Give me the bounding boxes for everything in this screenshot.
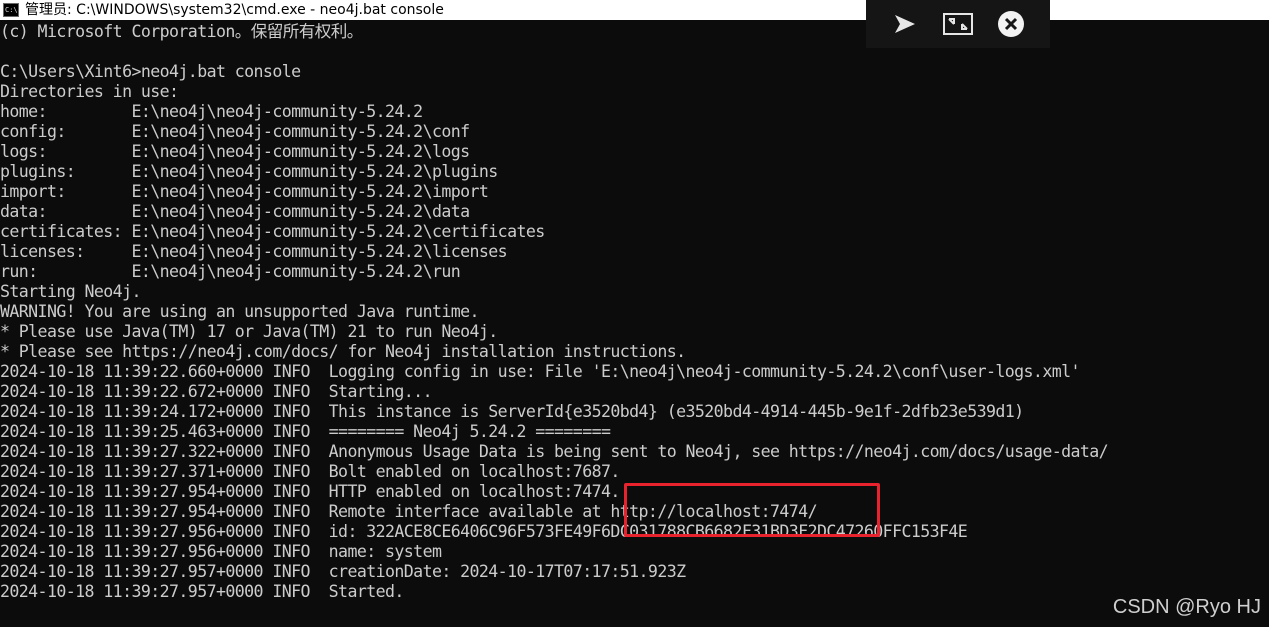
console-line: logs: E:\neo4j\neo4j-community-5.24.2\lo…: [0, 142, 470, 161]
console-line: run: E:\neo4j\neo4j-community-5.24.2\run: [0, 262, 461, 281]
console-line: licenses: E:\neo4j\neo4j-community-5.24.…: [0, 242, 508, 261]
console-line: data: E:\neo4j\neo4j-community-5.24.2\da…: [0, 202, 470, 221]
console-line: Starting Neo4j.: [0, 282, 141, 301]
localhost-url-highlight: [624, 483, 880, 537]
console-line: import: E:\neo4j\neo4j-community-5.24.2\…: [0, 182, 489, 201]
console-line: 2024-10-18 11:39:27.957+0000 INFO creati…: [0, 562, 686, 581]
console-line: home: E:\neo4j\neo4j-community-5.24.2: [0, 102, 423, 121]
console-line: (c) Microsoft Corporation。保留所有权利。: [0, 22, 363, 41]
console-line: 2024-10-18 11:39:22.660+0000 INFO Loggin…: [0, 362, 1080, 381]
cmd-window: 管理员: C:\WINDOWS\system32\cmd.exe - neo4j…: [0, 0, 1269, 627]
csdn-watermark: CSDN @Ryo HJ: [1112, 596, 1261, 618]
console-line: certificates: E:\neo4j\neo4j-community-5…: [0, 222, 545, 241]
console-line: 2024-10-18 11:39:27.371+0000 INFO Bolt e…: [0, 462, 620, 481]
title-bar[interactable]: 管理员: C:\WINDOWS\system32\cmd.exe - neo4j…: [0, 0, 1269, 20]
console-line: 2024-10-18 11:39:22.672+0000 INFO Starti…: [0, 382, 433, 401]
console-line: 2024-10-18 11:39:24.172+0000 INFO This i…: [0, 402, 1024, 421]
console-line: Directories in use:: [0, 82, 179, 101]
cmd-app-icon[interactable]: [3, 0, 19, 20]
console-line: * Please use Java(TM) 17 or Java(TM) 21 …: [0, 322, 498, 341]
console-line: 2024-10-18 11:39:27.956+0000 INFO name: …: [0, 542, 442, 561]
console-line: 2024-10-18 11:39:27.322+0000 INFO Anonym…: [0, 442, 1109, 461]
console-line: config: E:\neo4j\neo4j-community-5.24.2\…: [0, 122, 470, 141]
console-line: 2024-10-18 11:39:25.463+0000 INFO ======…: [0, 422, 611, 441]
window-title: 管理员: C:\WINDOWS\system32\cmd.exe - neo4j…: [25, 2, 444, 18]
console-line: C:\Users\Xint6>neo4j.bat console: [0, 62, 301, 81]
console-line: * Please see https://neo4j.com/docs/ for…: [0, 342, 686, 361]
console-line: 2024-10-18 11:39:27.957+0000 INFO Starte…: [0, 582, 404, 601]
console-line: WARNING! You are using an unsupported Ja…: [0, 302, 480, 321]
console-line: plugins: E:\neo4j\neo4j-community-5.24.2…: [0, 162, 498, 181]
